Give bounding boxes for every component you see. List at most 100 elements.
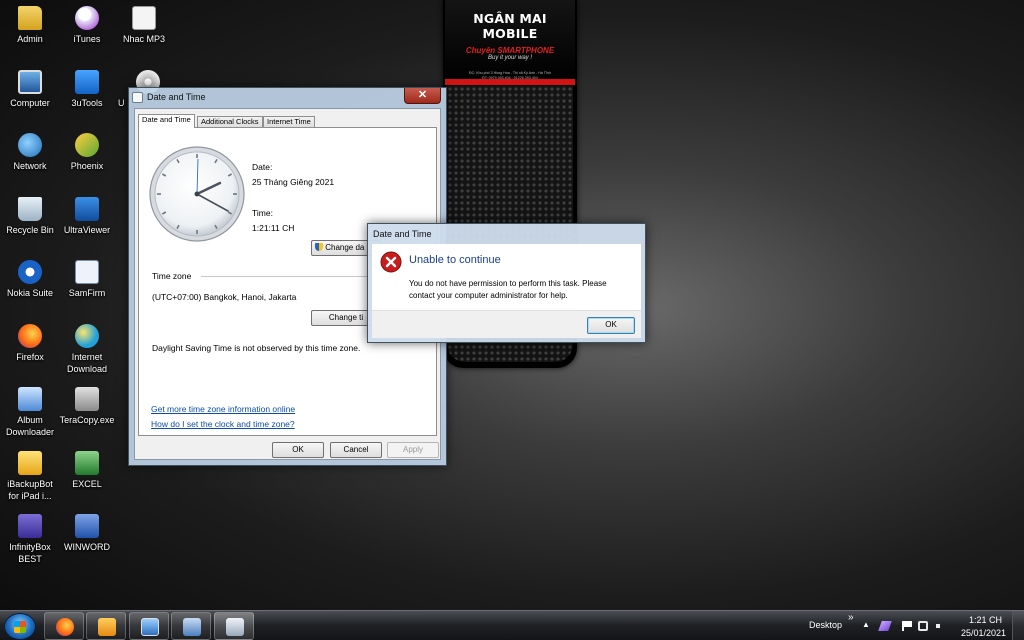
desktop-icon-label: Admin bbox=[17, 34, 43, 44]
desktop-icon-internet-download[interactable]: Internet Download bbox=[57, 324, 117, 375]
apply-button[interactable]: Apply bbox=[387, 442, 439, 458]
desktop-icon-teracopy[interactable]: TeraCopy.exe bbox=[57, 387, 117, 426]
close-button[interactable]: ✕ bbox=[404, 88, 441, 104]
control-panel-icon bbox=[183, 618, 201, 636]
dialog-ok-button[interactable]: OK bbox=[587, 317, 635, 334]
date-label: Date: bbox=[252, 162, 273, 172]
desktop-icon-label: TeraCopy.exe bbox=[59, 415, 115, 425]
phoenix-icon bbox=[75, 133, 99, 157]
pen-icon[interactable] bbox=[878, 621, 892, 631]
computer-icon bbox=[18, 70, 42, 94]
document-icon bbox=[132, 6, 156, 30]
ultraviewer-icon bbox=[75, 197, 99, 221]
desktop-icon-album-downloader[interactable]: Album Downloader bbox=[0, 387, 60, 438]
desktop-icon-computer[interactable]: Computer bbox=[0, 70, 60, 109]
dialog-title: Date and Time bbox=[373, 229, 432, 239]
desktop-icon-label: UltraViewer bbox=[63, 225, 111, 235]
desktop-icon-label: WINWORD bbox=[64, 542, 110, 552]
error-dialog: Date and Time Unable to continue You do … bbox=[367, 223, 646, 343]
desktop-icon-winword[interactable]: WINWORD bbox=[57, 514, 117, 553]
analog-clock bbox=[149, 146, 245, 242]
desktop-icon-label: Recycle Bin bbox=[6, 225, 54, 235]
remote-desktop-icon bbox=[141, 618, 159, 636]
tray-overflow-icon[interactable]: ▲ bbox=[862, 620, 870, 629]
taskbar-media-player[interactable] bbox=[86, 612, 126, 640]
desktop-toolbar-label[interactable]: Desktop bbox=[809, 620, 842, 630]
media-player-icon bbox=[98, 618, 116, 636]
taskbar-remote-desktop[interactable] bbox=[129, 612, 169, 640]
wallpaper-banner: NGÂN MAI MOBILE Chuyên SMARTPHONE Buy it… bbox=[445, 0, 575, 82]
how-set-clock-link[interactable]: How do I set the clock and time zone? bbox=[151, 419, 295, 429]
word-icon bbox=[75, 514, 99, 538]
dialog-heading: Unable to continue bbox=[409, 254, 501, 266]
desktop-icon-label: iBackupBot for iPad i... bbox=[7, 479, 53, 501]
desktop-icon-label: Nokia Suite bbox=[6, 288, 54, 298]
desktop-icon-network[interactable]: Network bbox=[0, 133, 60, 172]
dialog-message-line2: contact your computer administrator for … bbox=[409, 291, 568, 300]
taskbar-control-panel[interactable] bbox=[171, 612, 211, 640]
idm-icon bbox=[75, 324, 99, 348]
nokia-suite-icon bbox=[18, 260, 42, 284]
desktop-icon-excel[interactable]: EXCEL bbox=[57, 451, 117, 490]
change-date-time-label: Change da bbox=[325, 243, 365, 252]
folder-icon bbox=[18, 6, 42, 30]
taskbar: Desktop » ▲ 1:21 CH 25/01/2021 bbox=[0, 610, 1024, 640]
close-icon: ✕ bbox=[417, 89, 428, 101]
clock-app-icon bbox=[132, 92, 143, 103]
desktop-icon-label: InfinityBox BEST bbox=[9, 542, 51, 564]
desktop-icon-recycle-bin[interactable]: Recycle Bin bbox=[0, 197, 60, 236]
desktop-icon-ibackupbot[interactable]: iBackupBot for iPad i... bbox=[0, 451, 60, 502]
desktop-icon-nhac-mp3[interactable]: Nhac MP3 bbox=[114, 6, 174, 45]
time-value: 1:21:11 CH bbox=[252, 223, 295, 233]
taskbar-firefox[interactable] bbox=[44, 612, 84, 640]
volume-icon[interactable] bbox=[936, 621, 943, 631]
more-time-zone-info-link[interactable]: Get more time zone information online bbox=[151, 404, 295, 414]
time-zone-value: (UTC+07:00) Bangkok, Hanoi, Jakarta bbox=[152, 292, 297, 302]
desktop-icon-nokia-suite[interactable]: Nokia Suite bbox=[0, 260, 60, 299]
desktop-icon-infinitybox[interactable]: InfinityBox BEST bbox=[0, 514, 60, 565]
desktop-icon-label: Album Downloader bbox=[5, 415, 55, 437]
desktop-icon-label: Nhac MP3 bbox=[122, 34, 166, 44]
date-time-icon bbox=[226, 618, 244, 636]
desktop-icon-label: Internet Download bbox=[67, 352, 108, 374]
tab-date-and-time[interactable]: Date and Time bbox=[138, 114, 195, 128]
action-center-flag-icon[interactable] bbox=[902, 621, 912, 631]
desktop-icon-label: EXCEL bbox=[72, 479, 102, 489]
network-icon bbox=[18, 133, 42, 157]
toolbar-chevron-icon[interactable]: » bbox=[848, 612, 854, 623]
ok-button[interactable]: OK bbox=[272, 442, 324, 458]
dialog-message-line1: You do not have permission to perform th… bbox=[409, 279, 607, 288]
desktop-icon-admin[interactable]: Admin bbox=[0, 6, 60, 45]
clock-date[interactable]: 25/01/2021 bbox=[961, 628, 1006, 638]
taskbar-date-time[interactable] bbox=[214, 612, 254, 640]
desktop-icon-label: Firefox bbox=[16, 352, 44, 362]
desktop-icon-ultraviewer[interactable]: UltraViewer bbox=[57, 197, 117, 236]
desktop-icon-samfirm[interactable]: SamFirm bbox=[57, 260, 117, 299]
window-title: Date and Time bbox=[147, 92, 206, 102]
dst-notice: Daylight Saving Time is not observed by … bbox=[152, 343, 361, 353]
recycle-bin-icon bbox=[18, 197, 42, 221]
firefox-icon bbox=[56, 618, 74, 636]
firefox-icon bbox=[18, 324, 42, 348]
cancel-button[interactable]: Cancel bbox=[330, 442, 382, 458]
show-desktop-button[interactable] bbox=[1012, 611, 1024, 640]
3utools-icon bbox=[75, 70, 99, 94]
desktop-icon-label: U bbox=[118, 98, 125, 108]
desktop-icon-itunes[interactable]: iTunes bbox=[57, 6, 117, 45]
network-tray-icon[interactable] bbox=[918, 621, 928, 631]
desktop-icon-phoenix[interactable]: Phoenix bbox=[57, 133, 117, 172]
wallpaper-subtitle: Buy it your way ! bbox=[487, 55, 532, 61]
error-icon bbox=[380, 251, 402, 273]
excel-icon bbox=[75, 451, 99, 475]
desktop-icon-label: SamFirm bbox=[68, 288, 106, 298]
start-button[interactable] bbox=[4, 613, 36, 640]
itunes-icon bbox=[75, 6, 99, 30]
windows-logo-icon bbox=[14, 621, 26, 633]
clock-time[interactable]: 1:21 CH bbox=[969, 615, 1002, 625]
desktop-icon-label: iTunes bbox=[73, 34, 101, 44]
desktop-icon-label: Network bbox=[13, 161, 47, 171]
time-label: Time: bbox=[252, 208, 273, 218]
samfirm-icon bbox=[75, 260, 99, 284]
desktop-icon-3utools[interactable]: 3uTools bbox=[57, 70, 117, 109]
desktop-icon-firefox[interactable]: Firefox bbox=[0, 324, 60, 363]
